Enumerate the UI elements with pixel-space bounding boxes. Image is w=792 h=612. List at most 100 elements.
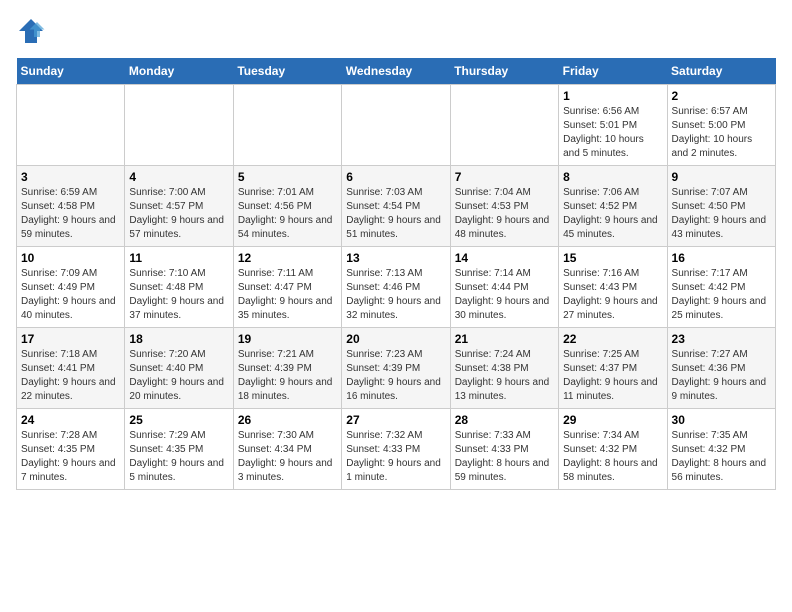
weekday-header: Saturday [667, 58, 775, 85]
weekday-header: Wednesday [342, 58, 450, 85]
calendar-cell: 23 Sunrise: 7:27 AMSunset: 4:36 PMDayligh… [667, 328, 775, 409]
weekday-header: Tuesday [233, 58, 341, 85]
day-number: 21 [455, 332, 554, 346]
calendar-cell: 29 Sunrise: 7:34 AMSunset: 4:32 PMDayligh… [559, 409, 667, 490]
calendar-cell: 5 Sunrise: 7:01 AMSunset: 4:56 PMDaylight… [233, 166, 341, 247]
day-info: Sunrise: 7:11 AMSunset: 4:47 PMDaylight:… [238, 267, 337, 323]
calendar-cell [17, 85, 125, 166]
calendar-cell: 8Sunrise: 7:06 AMSunset: 4:52 PMDaylight… [559, 166, 667, 247]
calendar-week-row: 1 Sunrise: 6:56 AMSunset: 5:01 PMDaylight… [17, 85, 776, 166]
day-info: Sunrise: 6:59 AMSunset: 4:58 PMDaylight:… [21, 186, 120, 242]
day-info: Sunrise: 7:29 AMSunset: 4:35 PMDaylight:… [129, 429, 228, 485]
calendar-cell: 27 Sunrise: 7:32 AMSunset: 4:33 PMDayligh… [342, 409, 450, 490]
calendar-cell: 10 Sunrise: 7:09 AMSunset: 4:49 PMDayligh… [17, 247, 125, 328]
calendar-cell [125, 85, 233, 166]
calendar-cell: 19 Sunrise: 7:21 AMSunset: 4:39 PMDayligh… [233, 328, 341, 409]
calendar-cell: 21 Sunrise: 7:24 AMSunset: 4:38 PMDayligh… [450, 328, 558, 409]
calendar-cell: 2 Sunrise: 6:57 AMSunset: 5:00 PMDaylight… [667, 85, 775, 166]
day-number: 20 [346, 332, 445, 346]
day-number: 30 [672, 413, 771, 427]
day-number: 26 [238, 413, 337, 427]
calendar-cell: 11 Sunrise: 7:10 AMSunset: 4:48 PMDayligh… [125, 247, 233, 328]
day-number: 13 [346, 251, 445, 265]
day-info: Sunrise: 7:21 AMSunset: 4:39 PMDaylight:… [238, 348, 337, 404]
calendar-week-row: 17Sunrise: 7:18 AMSunset: 4:41 PMDayligh… [17, 328, 776, 409]
calendar-cell: 9Sunrise: 7:07 AMSunset: 4:50 PMDaylight… [667, 166, 775, 247]
day-number: 18 [129, 332, 228, 346]
day-info: Sunrise: 7:13 AMSunset: 4:46 PMDaylight:… [346, 267, 445, 323]
calendar-cell: 13 Sunrise: 7:13 AMSunset: 4:46 PMDayligh… [342, 247, 450, 328]
day-info: Sunrise: 6:57 AMSunset: 5:00 PMDaylight:… [672, 105, 771, 161]
calendar-cell: 26 Sunrise: 7:30 AMSunset: 4:34 PMDayligh… [233, 409, 341, 490]
day-info: Sunrise: 7:27 AMSunset: 4:36 PMDaylight:… [672, 348, 771, 404]
day-info: Sunrise: 7:16 AMSunset: 4:43 PMDaylight:… [563, 267, 662, 323]
day-number: 25 [129, 413, 228, 427]
calendar-week-row: 3 Sunrise: 6:59 AMSunset: 4:58 PMDaylight… [17, 166, 776, 247]
day-info: Sunrise: 7:28 AMSunset: 4:35 PMDaylight:… [21, 429, 120, 485]
day-info: Sunrise: 7:17 AMSunset: 4:42 PMDaylight:… [672, 267, 771, 323]
calendar-cell: 15 Sunrise: 7:16 AMSunset: 4:43 PMDayligh… [559, 247, 667, 328]
calendar-cell: 22Sunrise: 7:25 AMSunset: 4:37 PMDayligh… [559, 328, 667, 409]
day-number: 12 [238, 251, 337, 265]
calendar-cell: 20 Sunrise: 7:23 AMSunset: 4:39 PMDayligh… [342, 328, 450, 409]
day-number: 27 [346, 413, 445, 427]
calendar-cell: 12 Sunrise: 7:11 AMSunset: 4:47 PMDayligh… [233, 247, 341, 328]
calendar-cell: 6Sunrise: 7:03 AMSunset: 4:54 PMDaylight… [342, 166, 450, 247]
day-number: 8 [563, 170, 662, 184]
calendar-cell: 25 Sunrise: 7:29 AMSunset: 4:35 PMDayligh… [125, 409, 233, 490]
calendar-cell: 18 Sunrise: 7:20 AMSunset: 4:40 PMDayligh… [125, 328, 233, 409]
day-number: 14 [455, 251, 554, 265]
day-number: 7 [455, 170, 554, 184]
calendar-table: SundayMondayTuesdayWednesdayThursdayFrid… [16, 58, 776, 490]
day-info: Sunrise: 6:56 AMSunset: 5:01 PMDaylight:… [563, 105, 662, 161]
calendar-cell: 4 Sunrise: 7:00 AMSunset: 4:57 PMDaylight… [125, 166, 233, 247]
day-number: 24 [21, 413, 120, 427]
day-info: Sunrise: 7:35 AMSunset: 4:32 PMDaylight:… [672, 429, 771, 485]
day-info: Sunrise: 7:10 AMSunset: 4:48 PMDaylight:… [129, 267, 228, 323]
day-number: 17 [21, 332, 120, 346]
day-info: Sunrise: 7:32 AMSunset: 4:33 PMDaylight:… [346, 429, 445, 485]
calendar-cell [342, 85, 450, 166]
calendar-cell: 14 Sunrise: 7:14 AMSunset: 4:44 PMDayligh… [450, 247, 558, 328]
calendar-cell [450, 85, 558, 166]
day-number: 19 [238, 332, 337, 346]
day-number: 10 [21, 251, 120, 265]
day-info: Sunrise: 7:34 AMSunset: 4:32 PMDaylight:… [563, 429, 662, 485]
calendar-cell: 17Sunrise: 7:18 AMSunset: 4:41 PMDayligh… [17, 328, 125, 409]
day-number: 29 [563, 413, 662, 427]
day-info: Sunrise: 7:04 AMSunset: 4:53 PMDaylight:… [455, 186, 554, 242]
day-info: Sunrise: 7:24 AMSunset: 4:38 PMDaylight:… [455, 348, 554, 404]
day-number: 16 [672, 251, 771, 265]
day-number: 28 [455, 413, 554, 427]
calendar-cell: 16 Sunrise: 7:17 AMSunset: 4:42 PMDayligh… [667, 247, 775, 328]
day-number: 5 [238, 170, 337, 184]
day-info: Sunrise: 7:23 AMSunset: 4:39 PMDaylight:… [346, 348, 445, 404]
day-number: 4 [129, 170, 228, 184]
day-number: 15 [563, 251, 662, 265]
day-number: 23 [672, 332, 771, 346]
day-number: 1 [563, 89, 662, 103]
calendar-cell: 7 Sunrise: 7:04 AMSunset: 4:53 PMDaylight… [450, 166, 558, 247]
calendar-cell: 28 Sunrise: 7:33 AMSunset: 4:33 PMDayligh… [450, 409, 558, 490]
calendar-week-row: 24 Sunrise: 7:28 AMSunset: 4:35 PMDayligh… [17, 409, 776, 490]
logo [16, 16, 50, 46]
weekday-header: Thursday [450, 58, 558, 85]
day-info: Sunrise: 7:30 AMSunset: 4:34 PMDaylight:… [238, 429, 337, 485]
day-number: 22 [563, 332, 662, 346]
day-info: Sunrise: 7:00 AMSunset: 4:57 PMDaylight:… [129, 186, 228, 242]
day-info: Sunrise: 7:07 AMSunset: 4:50 PMDaylight:… [672, 186, 771, 242]
calendar-cell: 24 Sunrise: 7:28 AMSunset: 4:35 PMDayligh… [17, 409, 125, 490]
day-info: Sunrise: 7:01 AMSunset: 4:56 PMDaylight:… [238, 186, 337, 242]
logo-icon [16, 16, 46, 46]
day-number: 2 [672, 89, 771, 103]
day-number: 3 [21, 170, 120, 184]
weekday-header: Monday [125, 58, 233, 85]
day-info: Sunrise: 7:09 AMSunset: 4:49 PMDaylight:… [21, 267, 120, 323]
calendar-cell: 3 Sunrise: 6:59 AMSunset: 4:58 PMDaylight… [17, 166, 125, 247]
page-header [16, 16, 776, 46]
day-info: Sunrise: 7:33 AMSunset: 4:33 PMDaylight:… [455, 429, 554, 485]
calendar-cell: 1 Sunrise: 6:56 AMSunset: 5:01 PMDaylight… [559, 85, 667, 166]
day-number: 11 [129, 251, 228, 265]
day-info: Sunrise: 7:20 AMSunset: 4:40 PMDaylight:… [129, 348, 228, 404]
day-info: Sunrise: 7:14 AMSunset: 4:44 PMDaylight:… [455, 267, 554, 323]
